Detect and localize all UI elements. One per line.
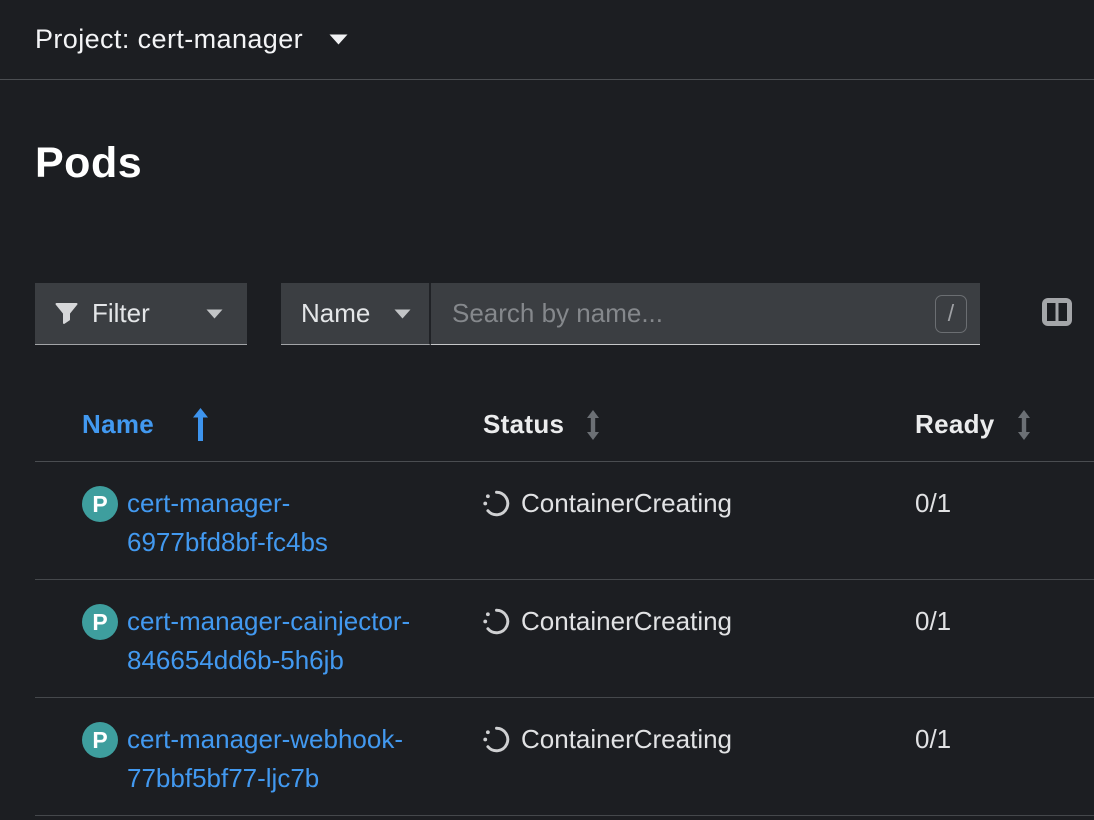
column-header-ready-label: Ready [915,409,995,440]
sort-ascending-icon [192,408,209,441]
table-row: P cert-manager-cainjector-846654dd6b-5h6… [35,580,1094,698]
pods-page: Pods Filter Name / [0,138,1094,816]
page-title: Pods [35,138,1094,188]
pod-link[interactable]: cert-manager-webhook-77bbf5bf77-ljc7b [127,720,419,798]
pod-ready: 0/1 [915,484,1094,523]
table-row: P cert-manager-webhook-77bbf5bf77-ljc7b … [35,698,1094,816]
masthead: Project: cert-manager [0,0,1094,80]
filter-dropdown[interactable]: Filter [35,283,247,345]
pod-ready: 0/1 [915,602,1094,641]
toolbar: Filter Name / [35,283,1072,345]
column-header-ready[interactable]: Ready [915,394,1094,462]
in-progress-icon [483,726,510,753]
in-progress-icon [483,608,510,635]
chevron-down-icon [394,309,411,319]
pod-link[interactable]: cert-manager-6977bfd8bf-fc4bs [127,484,419,562]
pod-ready: 0/1 [915,720,1094,759]
column-management-button[interactable] [1042,298,1072,326]
table-header-row: Name Status Ready [35,394,1094,462]
project-selector-dropdown[interactable]: Project: cert-manager [35,24,348,55]
sort-icon [1017,410,1031,440]
chevron-down-icon [206,309,223,319]
column-header-name[interactable]: Name [35,394,483,462]
pod-link[interactable]: cert-manager-cainjector-846654dd6b-5h6jb [127,602,419,680]
pod-badge: P [82,604,118,640]
pod-status: ContainerCreating [521,720,732,759]
column-header-status[interactable]: Status [483,394,915,462]
pod-badge: P [82,486,118,522]
pod-badge: P [82,722,118,758]
column-header-name-label: Name [82,409,154,440]
pod-status: ContainerCreating [521,484,732,523]
sort-icon [586,410,600,440]
search-attribute-dropdown[interactable]: Name [281,283,431,345]
chevron-down-icon [329,34,348,45]
column-header-status-label: Status [483,409,564,440]
pods-table: Name Status Ready [35,394,1094,816]
table-row: P cert-manager-6977bfd8bf-fc4bs Containe… [35,462,1094,580]
project-selector-label: Project: cert-manager [35,24,303,55]
search-box: / [431,283,980,345]
pod-status: ContainerCreating [521,602,732,641]
search-shortcut-key: / [935,295,967,333]
search-filter-group: Name / [281,283,980,345]
search-attribute-label: Name [301,298,370,329]
search-input[interactable] [431,298,935,329]
filter-dropdown-label: Filter [92,298,150,329]
columns-icon [1042,298,1072,326]
filter-icon [55,303,78,325]
in-progress-icon [483,490,510,517]
